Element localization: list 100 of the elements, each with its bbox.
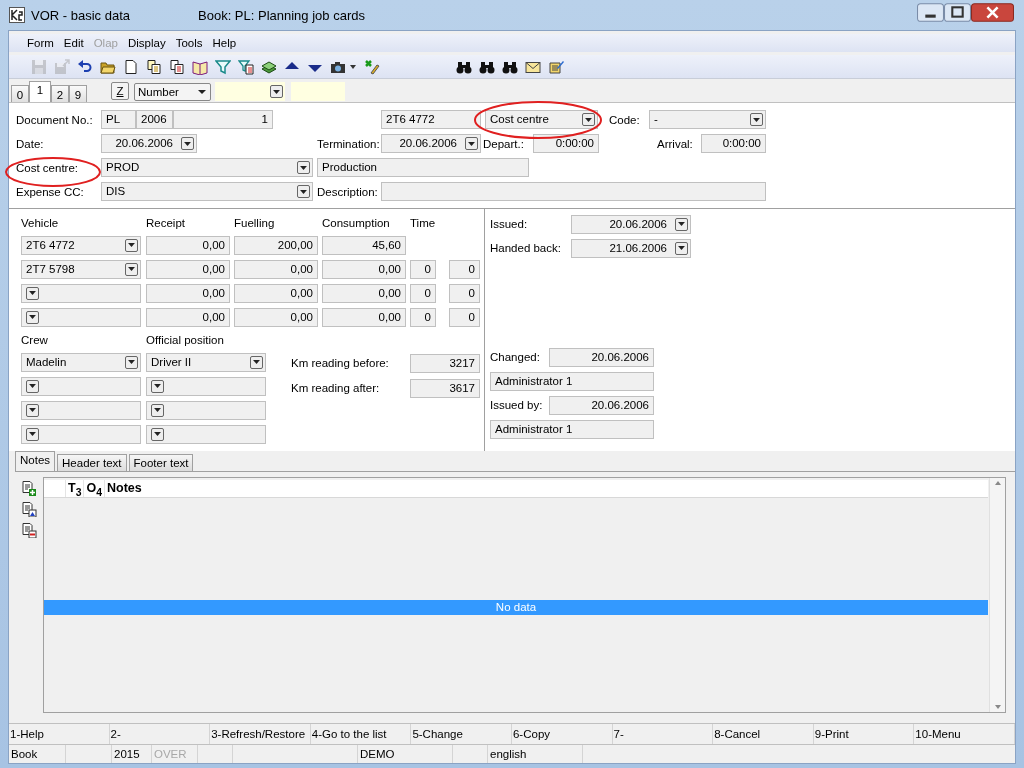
scroll-up-icon[interactable] [994,481,1001,485]
series-field[interactable]: PL [101,110,136,129]
filter-field[interactable] [291,82,345,101]
caret-icon[interactable] [128,360,135,364]
page-icon[interactable] [123,58,139,75]
user-field[interactable]: Administrator 1 [490,419,654,439]
function-key[interactable]: 8-Cancel [713,724,814,744]
notes-tab[interactable]: Notes [15,451,56,471]
vehicle-dropdown[interactable]: 2T6 4772 [21,235,141,255]
user-field[interactable]: Administrator 1 [490,371,654,391]
scroll-down-icon[interactable] [994,705,1001,709]
add-note-icon[interactable] [21,480,37,496]
expense-cc-dropdown[interactable]: DIS [101,182,313,201]
crew-dropdown[interactable] [21,376,141,396]
vehicle-field[interactable]: 2T6 4772 [381,110,481,129]
receipt-field[interactable]: 0,00 [146,283,230,303]
menu-item[interactable]: Display [125,37,172,49]
caret-icon[interactable] [253,360,260,364]
time-field[interactable]: 0 [449,259,480,279]
menu-item[interactable]: Form [25,37,60,49]
caret-icon[interactable] [273,89,280,94]
page-tab[interactable]: 9 [69,85,87,102]
function-key[interactable]: 4-Go to the list [310,724,412,744]
caret-icon[interactable] [29,384,36,388]
km-field[interactable]: 3617 [410,378,480,398]
receipt-field[interactable]: 0,00 [146,235,230,255]
page-tab[interactable]: 0 [11,85,29,102]
filter-icon[interactable] [215,58,231,75]
maximize-button[interactable] [944,2,971,22]
caret-icon[interactable] [128,267,135,271]
crew-dropdown[interactable]: Madelin [21,352,141,372]
position-dropdown[interactable] [146,376,266,396]
caret-icon[interactable] [753,117,760,122]
key-button[interactable]: Z [111,82,129,100]
number-field[interactable]: 1 [173,110,273,129]
vehicle-dropdown[interactable] [21,283,141,303]
function-key[interactable]: 10-Menu [914,724,1015,744]
caret-icon[interactable] [468,141,475,146]
fuelling-field[interactable]: 0,00 [234,283,318,303]
vehicle-dropdown[interactable]: 2T7 5798 [21,259,141,279]
column-header[interactable]: Notes [104,480,988,497]
crew-dropdown[interactable] [21,400,141,420]
function-key[interactable]: 1-Help [9,724,110,744]
fuelling-field[interactable]: 0,00 [234,259,318,279]
caret-icon[interactable] [678,222,685,226]
filter-page-icon[interactable] [238,58,254,75]
date-field[interactable]: 20.06.2006 [549,347,654,367]
consumption-field[interactable]: 0,00 [322,259,406,279]
caret-icon[interactable] [198,89,206,94]
caret-icon[interactable] [154,384,161,388]
book-icon[interactable] [192,58,208,75]
time-field[interactable]: 0:00:00 [533,134,599,153]
caret-icon[interactable] [300,189,307,194]
notes-tab[interactable]: Footer text [128,454,194,471]
crew-dropdown[interactable] [21,424,141,444]
caret-icon[interactable] [29,291,36,295]
receipt-field[interactable]: 0,00 [146,259,230,279]
caret-icon[interactable] [29,408,36,412]
caret-icon[interactable] [29,315,36,319]
edit-note-icon[interactable] [21,501,37,517]
km-field[interactable]: 3217 [410,353,480,373]
date-field[interactable]: 20.06.2006 [549,395,654,415]
year-field[interactable]: 2006 [136,110,173,129]
copy-icon[interactable] [169,58,185,75]
sort-dropdown[interactable]: Number [134,82,211,101]
receipt-field[interactable]: 0,00 [146,307,230,327]
menu-item[interactable]: Help [210,37,243,49]
fuelling-field[interactable]: 0,00 [234,307,318,327]
fuelling-field[interactable]: 200,00 [234,235,318,255]
function-key[interactable]: 6-Copy [511,724,613,744]
centre-code-dropdown[interactable]: PROD [101,158,313,177]
scrollbar[interactable] [989,478,1005,712]
page-tab[interactable]: 2 [51,85,69,102]
menu-item[interactable]: Tools [173,37,209,49]
column-header[interactable]: O$_{4}$ [84,480,105,497]
caret-icon[interactable] [184,141,191,146]
function-key[interactable]: 5-Change [411,724,512,744]
caret-icon[interactable] [128,243,135,247]
function-key[interactable]: 2- [109,724,211,744]
filter-dropdown[interactable] [215,82,285,101]
time-field[interactable]: 0 [449,307,480,327]
caret-icon[interactable] [585,117,592,122]
description-field[interactable] [381,182,766,201]
position-dropdown[interactable]: Driver II [146,352,266,372]
cost-centre-name-field[interactable]: Production [317,158,529,177]
code-dropdown[interactable]: - [649,110,766,129]
position-dropdown[interactable] [146,400,266,420]
date-field[interactable]: 20.06.2006 [571,214,691,234]
time-field[interactable]: 0 [410,259,436,279]
consumption-field[interactable]: 45,60 [322,235,406,255]
caret-icon[interactable] [154,432,161,436]
notepad-icon[interactable] [548,58,564,75]
minimize-button[interactable] [917,2,944,22]
consumption-field[interactable]: 0,00 [322,283,406,303]
time-field[interactable]: 0:00:00 [701,134,766,153]
type-dropdown[interactable]: Cost centre [485,110,598,129]
date-field[interactable]: 21.06.2006 [571,238,691,258]
delete-note-icon[interactable] [21,522,37,538]
consumption-field[interactable]: 0,00 [322,307,406,327]
undo-icon[interactable] [77,58,93,75]
